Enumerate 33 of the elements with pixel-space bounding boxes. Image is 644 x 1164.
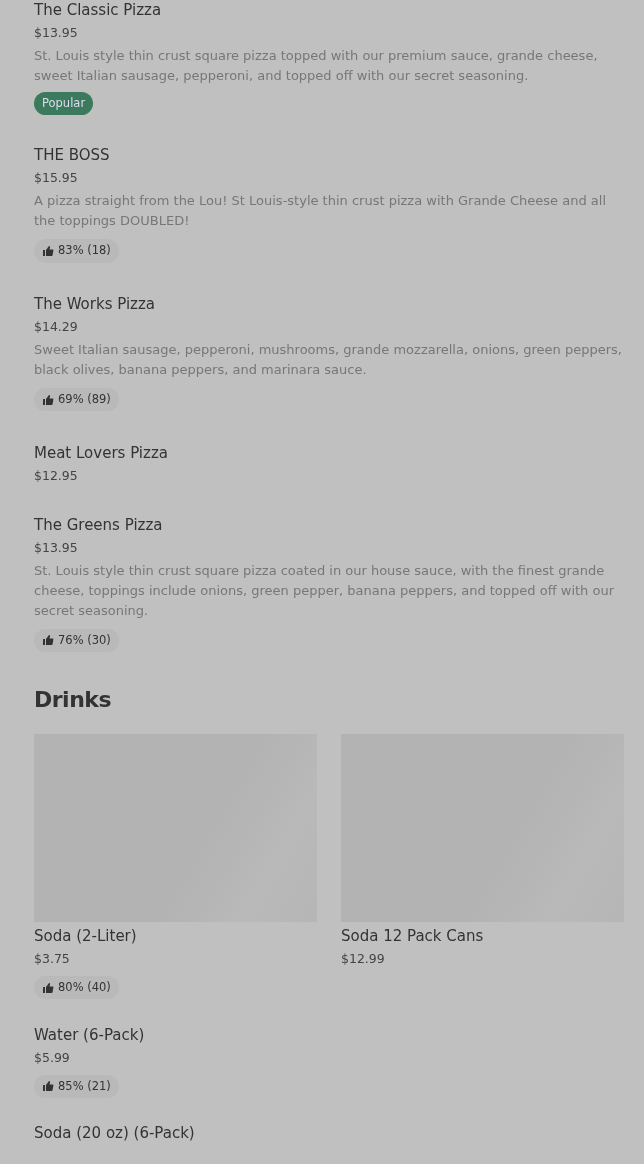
item-description: Sweet Italian sausage, pepperoni, mushrooms, grande mozzarella, onions, green peppers, black olives, banana peppers, and marinara sauce.: [34, 340, 623, 379]
item-name: The Greens Pizza: [34, 514, 164, 535]
item-name: The Works Pizza: [34, 293, 157, 314]
item-name: Soda 12 Pack Cans: [341, 926, 485, 947]
rating-text: 76% (30): [58, 631, 111, 649]
rating-text: 85% (21): [58, 1077, 111, 1095]
item-price: $13.95: [34, 24, 79, 42]
item-price: $14.29: [34, 317, 79, 336]
item-price: $3.75: [34, 950, 71, 969]
item-price: $12.99: [341, 950, 386, 969]
section-heading: Drinks: [34, 686, 113, 715]
item-price: $5.99: [34, 1048, 71, 1067]
item-description: A pizza straight from the Lou! St Louis-style thin crust pizza with Grande Cheese and all the toppings DOUBLED!: [34, 192, 607, 231]
item-name: Soda (2-Liter): [34, 926, 138, 947]
popular-badge: Popular: [34, 92, 94, 116]
item-name: Meat Lovers Pizza: [34, 442, 169, 463]
rating-text: 69% (89): [58, 390, 111, 408]
rating-text: 80% (40): [58, 979, 111, 997]
thumbs-up-icon: [42, 981, 54, 994]
thumbs-up-icon: [42, 634, 54, 647]
item-description: St. Louis style thin crust square pizza topped with our premium sauce, grande cheese, sweet Italian sausage, pepperoni, and topped off with our secret seasoning.: [34, 47, 599, 85]
thumbs-up-icon: [42, 1080, 54, 1093]
item-price: $15.95: [34, 169, 79, 188]
item-name: Soda (20 oz) (6-Pack): [34, 1123, 196, 1144]
item-name: THE BOSS: [34, 145, 111, 166]
item-price: $12.95: [34, 466, 79, 485]
thumbs-up-icon: [42, 393, 54, 406]
thumbs-up-icon: [42, 244, 54, 257]
rating-text: 83% (18): [58, 242, 111, 260]
item-price: $13.95: [34, 538, 79, 557]
item-name: The Classic Pizza: [34, 0, 163, 20]
item-name: Water (6-Pack): [34, 1024, 146, 1045]
item-description: St. Louis style thin crust square pizza coated in our house sauce, with the finest grande cheese, toppings include onions, green pepper, banana peppers, and topped off with our secret seasoning.: [34, 561, 615, 620]
